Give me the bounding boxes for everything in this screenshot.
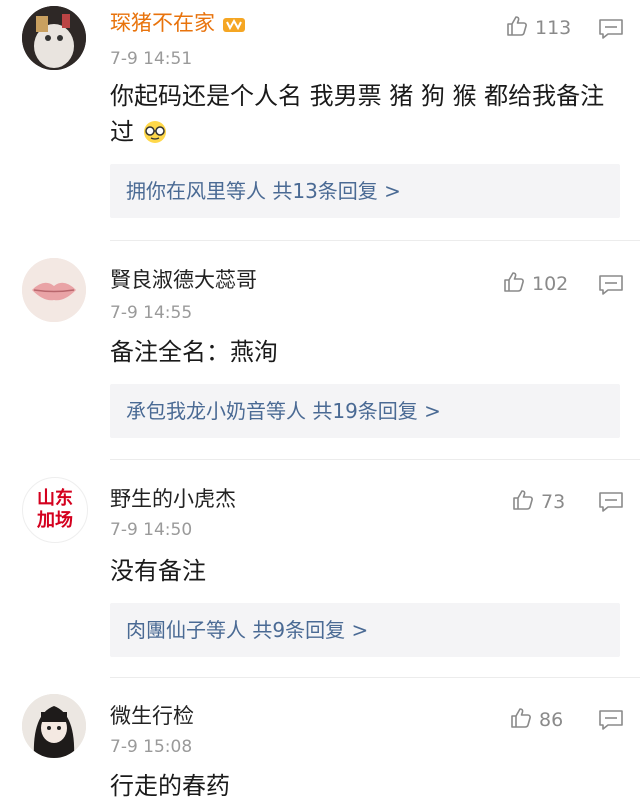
reply-summary[interactable]: 肉團仙子等人 共9条回复 > xyxy=(110,603,620,657)
comment-time: 7-9 15:08 xyxy=(110,737,193,757)
like-button[interactable]: 86 xyxy=(509,706,563,731)
comment-username[interactable]: 賢良淑德大蕊哥 xyxy=(110,267,257,293)
thumbs-up-icon xyxy=(504,272,524,292)
divider xyxy=(110,677,640,678)
avatar[interactable]: 山东 加场 xyxy=(22,477,88,543)
comment-reply-icon[interactable] xyxy=(598,274,624,296)
avatar[interactable] xyxy=(22,694,86,758)
anime-girl-avatar-icon xyxy=(22,694,86,758)
comment-reply-icon[interactable] xyxy=(598,709,624,731)
thumbs-up-icon xyxy=(513,490,533,510)
comment-time: 7-9 14:55 xyxy=(110,303,193,323)
comment-username[interactable]: 野生的小虎杰 xyxy=(110,486,236,512)
avatar[interactable] xyxy=(22,6,86,70)
comment-reply-icon[interactable] xyxy=(598,491,624,513)
reply-summary[interactable]: 承包我龙小奶音等人 共19条回复 > xyxy=(110,384,620,438)
divider xyxy=(110,240,640,241)
vip-crown-icon xyxy=(222,18,245,32)
like-count: 73 xyxy=(541,491,566,513)
comment-body: 你起码还是个人名 我男票 猪 狗 猴 都给我备注过 xyxy=(110,78,620,150)
thumbs-up-icon xyxy=(507,16,527,36)
comment-body: 行走的春药 xyxy=(110,772,230,800)
comment-username[interactable]: 微生行检 xyxy=(110,703,194,729)
like-button[interactable]: 73 xyxy=(511,488,565,513)
comment-username[interactable]: 琛猪不在家 xyxy=(110,10,246,36)
nerd-glasses-emoji-icon xyxy=(143,121,166,143)
like-count: 86 xyxy=(539,709,564,731)
comment-reply-icon[interactable] xyxy=(598,18,624,40)
cat-photo-avatar-icon xyxy=(22,6,86,70)
reply-summary[interactable]: 拥你在风里等人 共13条回复 > xyxy=(110,164,620,218)
like-count: 102 xyxy=(532,273,569,295)
like-count: 113 xyxy=(535,17,572,39)
reply-summary-text[interactable]: 拥你在风里等人 共13条回复 > xyxy=(126,177,401,205)
thumbs-up-icon xyxy=(511,708,531,728)
reply-summary-text[interactable]: 肉團仙子等人 共9条回复 > xyxy=(126,616,368,644)
comment-time: 7-9 14:50 xyxy=(110,520,193,540)
avatar[interactable] xyxy=(22,258,86,322)
comment-time: 7-9 14:51 xyxy=(110,49,193,69)
like-button[interactable]: 113 xyxy=(505,14,571,39)
comment-body: 备注全名：燕洵 xyxy=(110,338,278,366)
like-button[interactable]: 102 xyxy=(502,270,568,295)
username-text[interactable]: 琛猪不在家 xyxy=(110,11,215,35)
divider xyxy=(110,459,640,460)
comment-body: 没有备注 xyxy=(110,557,206,585)
comment-text: 你起码还是个人名 我男票 猪 狗 猴 都给我备注过 xyxy=(110,82,605,146)
reply-summary-text[interactable]: 承包我龙小奶音等人 共19条回复 > xyxy=(126,397,441,425)
lips-avatar-icon xyxy=(22,258,86,322)
